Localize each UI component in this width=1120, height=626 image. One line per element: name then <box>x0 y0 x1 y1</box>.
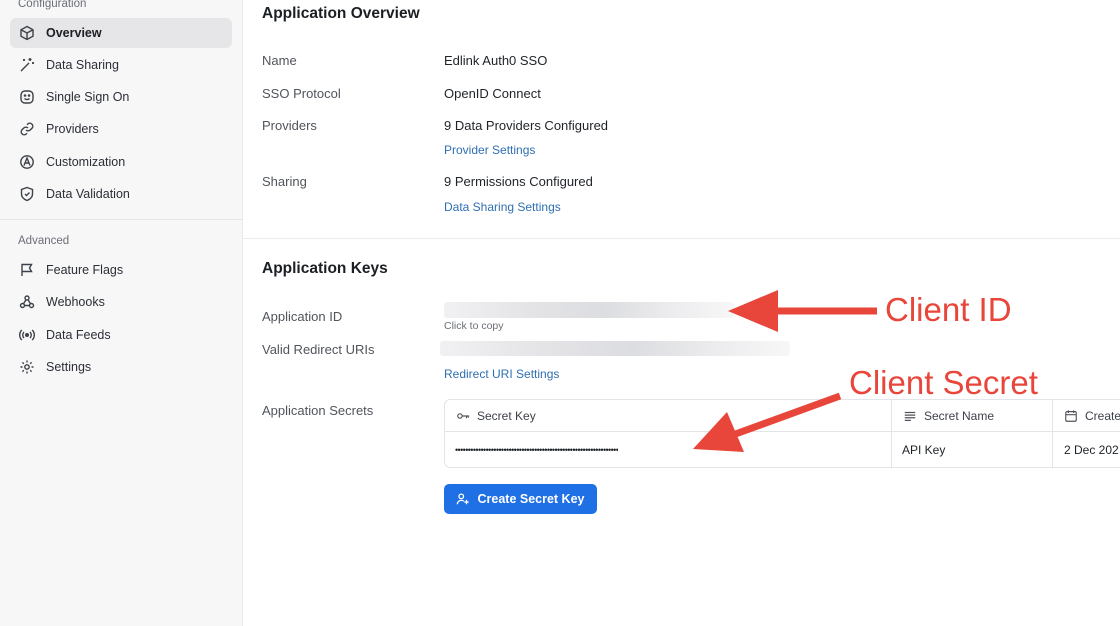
sharing-value: 9 Permissions Configured <box>444 174 593 189</box>
sidebar-item-label: Settings <box>46 360 92 374</box>
header-secret-key-label: Secret Key <box>477 408 536 423</box>
application-id-value[interactable] <box>444 302 734 318</box>
broadcast-icon <box>18 326 36 344</box>
name-value: Edlink Auth0 SSO <box>444 53 548 68</box>
keys-title: Application Keys <box>262 260 388 277</box>
header-secret-key: Secret Key <box>445 400 892 432</box>
sidebar-item-label: Single Sign On <box>46 90 130 104</box>
sidebar-item-label: Providers <box>46 122 99 136</box>
client-secret-annotation: Client Secret <box>849 364 1038 401</box>
sidebar: Configuration Overview Data Sharing Sing… <box>0 0 243 626</box>
link-icon <box>18 120 36 138</box>
palette-icon <box>18 153 36 171</box>
sidebar-item-providers[interactable]: Providers <box>10 114 232 144</box>
data-sharing-settings-link[interactable]: Data Sharing Settings <box>444 200 561 214</box>
sidebar-item-label: Customization <box>46 155 126 169</box>
header-secret-name: Secret Name <box>892 400 1053 432</box>
secrets-table: Secret Key Secret Name Create ••••••••••… <box>444 399 1120 468</box>
secret-name-cell: API Key <box>902 443 946 457</box>
sidebar-item-label: Webhooks <box>46 295 105 309</box>
table-row: ••••••••••••••••••••••••••••••••••••••••… <box>445 432 891 467</box>
webhook-icon <box>18 293 36 311</box>
sidebar-item-customization[interactable]: Customization <box>10 147 232 177</box>
sidebar-item-overview[interactable]: Overview <box>10 18 232 48</box>
sidebar-item-data-feeds[interactable]: Data Feeds <box>10 320 232 350</box>
sidebar-item-label: Data Validation <box>46 187 130 201</box>
sidebar-item-label: Feature Flags <box>46 263 124 277</box>
text-lines-icon <box>903 409 917 423</box>
sidebar-item-webhooks[interactable]: Webhooks <box>10 287 232 317</box>
section-label-configuration: Configuration <box>18 0 87 10</box>
cube-icon <box>18 24 36 42</box>
sidebar-divider <box>0 219 243 220</box>
gear-icon <box>18 358 36 376</box>
application-secrets-label: Application Secrets <box>262 403 374 418</box>
sso-protocol-value: OpenID Connect <box>444 86 541 101</box>
sidebar-item-feature-flags[interactable]: Feature Flags <box>10 255 232 285</box>
sso-protocol-label: SSO Protocol <box>262 86 341 101</box>
providers-label: Providers <box>262 118 317 133</box>
provider-settings-link[interactable]: Provider Settings <box>444 143 535 157</box>
sidebar-item-data-sharing[interactable]: Data Sharing <box>10 50 232 80</box>
sidebar-item-settings[interactable]: Settings <box>10 352 232 382</box>
redirect-uri-settings-link[interactable]: Redirect URI Settings <box>444 367 559 381</box>
header-secret-name-label: Secret Name <box>924 408 995 423</box>
section-divider <box>243 238 1120 239</box>
client-id-annotation: Client ID <box>885 291 1012 328</box>
click-to-copy-hint: Click to copy <box>444 320 504 332</box>
header-created: Create <box>1053 400 1120 432</box>
sidebar-item-label: Data Sharing <box>46 58 119 72</box>
flag-icon <box>18 261 36 279</box>
sidebar-item-single-sign-on[interactable]: Single Sign On <box>10 82 232 112</box>
sidebar-item-data-validation[interactable]: Data Validation <box>10 179 232 209</box>
application-id-label: Application ID <box>262 309 343 324</box>
key-icon <box>456 409 470 423</box>
redirect-uris-value <box>440 341 790 356</box>
smiley-icon <box>18 88 36 106</box>
secret-key-masked[interactable]: ••••••••••••••••••••••••••••••••••••••••… <box>455 445 618 455</box>
name-label: Name <box>262 53 297 68</box>
create-secret-key-label: Create Secret Key <box>477 492 585 506</box>
sharing-label: Sharing <box>262 174 307 189</box>
add-user-icon <box>456 492 470 506</box>
header-created-label: Create <box>1085 408 1120 423</box>
create-secret-key-button[interactable]: Create Secret Key <box>444 484 597 514</box>
redirect-uris-label: Valid Redirect URIs <box>262 342 375 357</box>
created-date-cell: 2 Dec 202 <box>1064 443 1119 457</box>
overview-title: Application Overview <box>262 5 420 22</box>
sidebar-item-label: Data Feeds <box>46 328 111 342</box>
section-label-advanced: Advanced <box>18 235 70 247</box>
calendar-icon <box>1064 409 1078 423</box>
providers-value: 9 Data Providers Configured <box>444 118 609 133</box>
shield-icon <box>18 185 36 203</box>
sidebar-item-label: Overview <box>46 26 102 40</box>
wand-icon <box>18 56 36 74</box>
